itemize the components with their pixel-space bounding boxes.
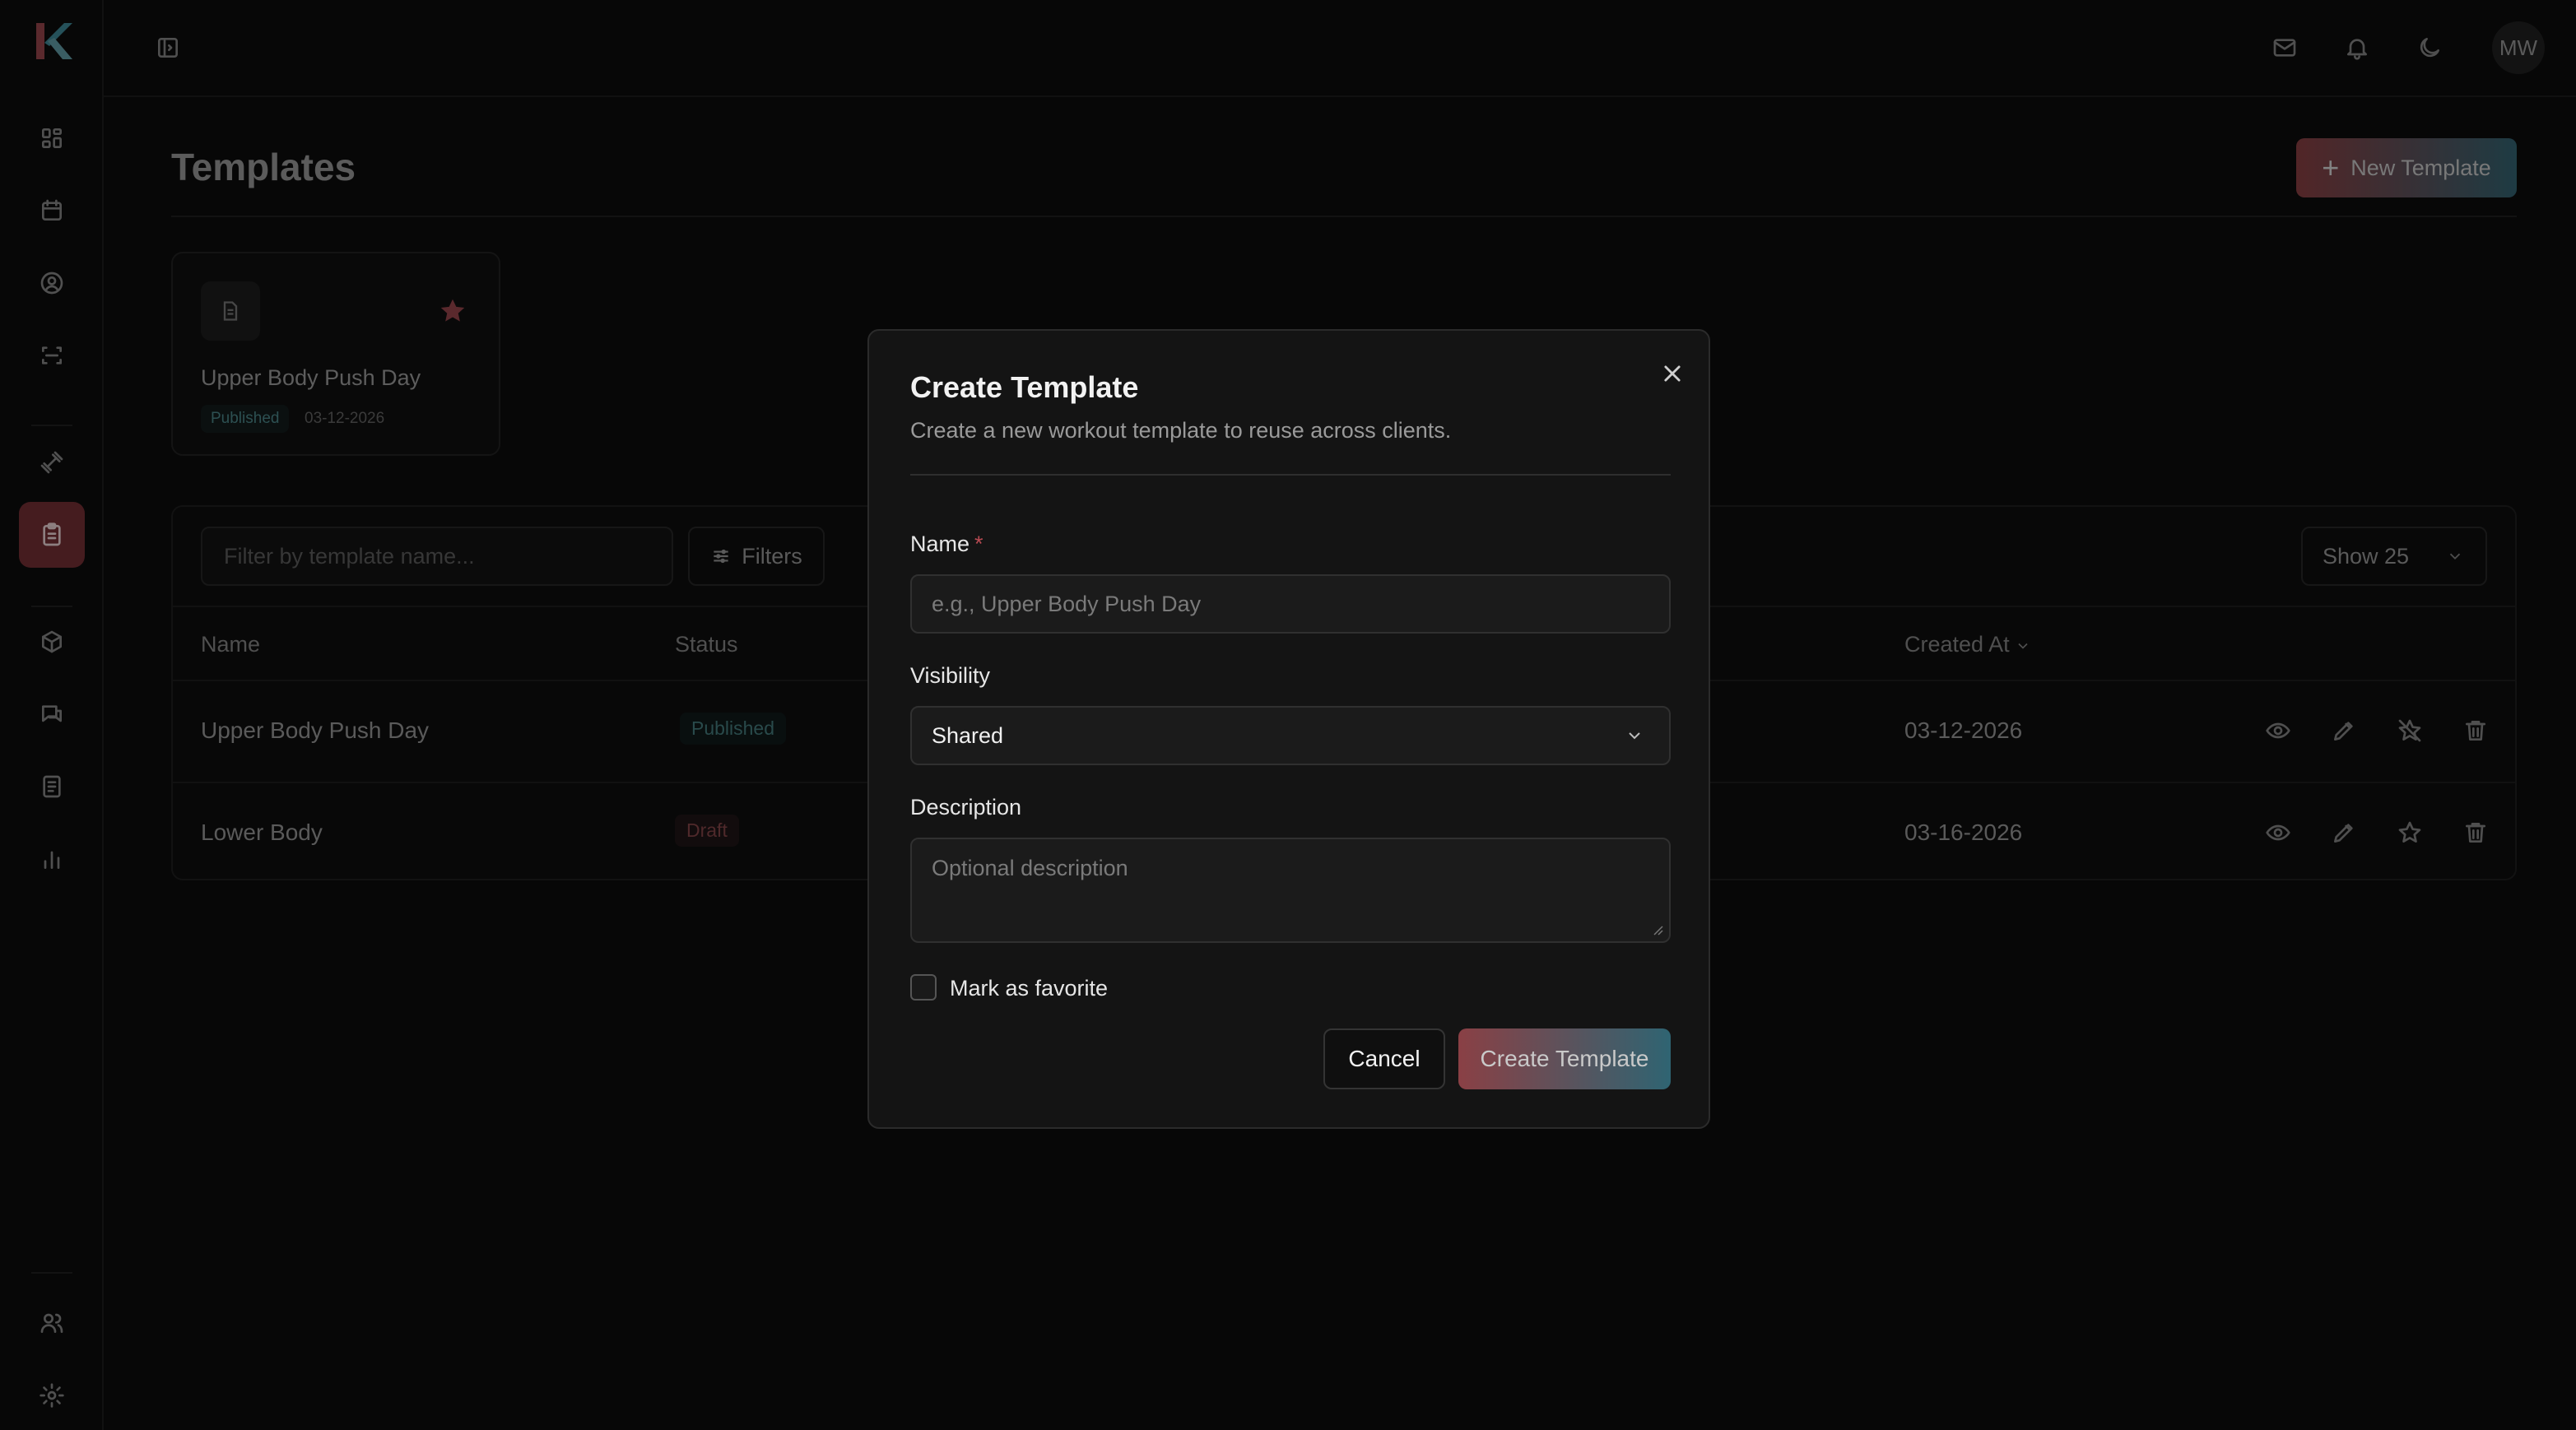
close-icon[interactable] — [1653, 354, 1692, 393]
required-mark: * — [974, 532, 983, 556]
description-label: Description — [910, 795, 1022, 819]
create-template-dialog: Create Template Create a new workout tem… — [867, 329, 1710, 1129]
description-placeholder: Optional description — [932, 856, 1128, 880]
visibility-select[interactable]: Shared — [910, 706, 1671, 765]
divider — [910, 474, 1671, 476]
resize-handle-icon[interactable] — [1653, 925, 1664, 936]
name-label: Name * — [910, 532, 983, 556]
visibility-label: Visibility — [910, 663, 991, 688]
name-field[interactable]: e.g., Upper Body Push Day — [910, 574, 1671, 634]
chevron-down-icon — [1629, 732, 1640, 740]
favorite-checkbox-label[interactable]: Mark as favorite — [950, 976, 1108, 1001]
dialog-title: Create Template — [910, 370, 1139, 404]
dialog-subtitle: Create a new workout template to reuse a… — [910, 418, 1452, 443]
visibility-value: Shared — [932, 722, 1004, 748]
cancel-button[interactable]: Cancel — [1323, 1028, 1445, 1089]
create-template-button[interactable]: Create Template — [1458, 1028, 1671, 1089]
description-field[interactable]: Optional description — [910, 838, 1671, 943]
favorite-checkbox[interactable] — [910, 974, 937, 1001]
